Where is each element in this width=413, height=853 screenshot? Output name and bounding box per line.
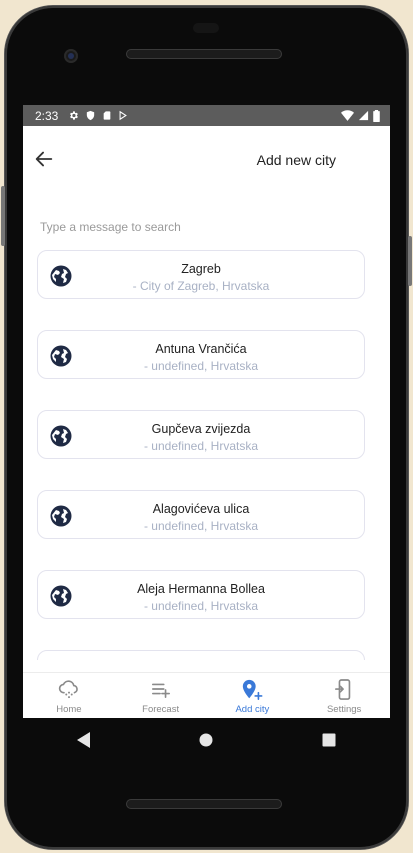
- earpiece-speaker: [126, 49, 282, 59]
- tab-home[interactable]: Home: [23, 673, 115, 718]
- battery-icon: [373, 109, 380, 122]
- city-result-card[interactable]: [37, 650, 365, 660]
- tab-label: Forecast: [142, 704, 180, 715]
- signal-icon: [358, 110, 369, 121]
- power-button: [408, 236, 412, 286]
- bottom-tab-bar: Home Forecast Add city Settings: [23, 672, 390, 718]
- arrow-left-icon[interactable]: [33, 148, 55, 170]
- nav-home-button[interactable]: [186, 720, 226, 760]
- city-results-list[interactable]: Zagreb - City of Zagreb, Hrvatska Antuna…: [37, 250, 367, 660]
- cloud-icon: [58, 680, 78, 699]
- nav-back-button[interactable]: [64, 720, 104, 760]
- proximity-sensor: [193, 23, 219, 33]
- play-store-icon: [119, 110, 128, 121]
- city-region: - undefined, Hrvatska: [143, 599, 259, 613]
- tab-label: Settings: [326, 704, 362, 715]
- app-screen: 2:33 Add new city Zagreb - City of Zagre…: [23, 105, 390, 718]
- nav-recents-button[interactable]: [309, 720, 349, 760]
- page-title: Add new city: [256, 152, 336, 168]
- city-name: Antuna Vrančića: [155, 342, 247, 356]
- city-name: Zagreb: [181, 262, 221, 276]
- tab-label: Add city: [235, 704, 270, 715]
- city-region: - undefined, Hrvatska: [143, 519, 259, 533]
- search-input[interactable]: [40, 216, 370, 238]
- triangle-back-icon: [77, 732, 91, 748]
- volume-button: [1, 186, 5, 246]
- city-region: - City of Zagreb, Hrvatska: [132, 279, 270, 293]
- front-camera-icon: [64, 49, 78, 63]
- city-result-card[interactable]: Antuna Vrančića - undefined, Hrvatska: [37, 330, 365, 379]
- status-bar: 2:33: [23, 105, 390, 126]
- city-name: Gupčeva zvijezda: [151, 422, 251, 436]
- app-bar: Add new city: [23, 126, 390, 193]
- tab-settings[interactable]: Settings: [298, 673, 390, 718]
- city-name: Aleja Hermanna Bollea: [137, 582, 265, 596]
- city-region: - undefined, Hrvatska: [143, 439, 259, 453]
- sd-card-icon: [104, 111, 111, 120]
- city-region: - undefined, Hrvatska: [143, 359, 259, 373]
- wifi-icon: [341, 110, 354, 121]
- city-name: Alagovićeva ulica: [152, 502, 250, 516]
- city-result-card[interactable]: Aleja Hermanna Bollea - undefined, Hrvat…: [37, 570, 365, 619]
- tab-label: Home: [56, 704, 82, 715]
- tab-add-city[interactable]: Add city: [207, 673, 299, 718]
- square-recents-icon: [322, 733, 336, 747]
- tab-forecast[interactable]: Forecast: [115, 673, 207, 718]
- circle-home-icon: [199, 733, 213, 747]
- city-result-card[interactable]: Alagovićeva ulica - undefined, Hrvatska: [37, 490, 365, 539]
- bottom-speaker: [126, 799, 282, 809]
- status-time: 2:33: [35, 108, 59, 123]
- playlist-add-icon: [151, 683, 170, 698]
- add-location-icon: [243, 679, 263, 700]
- gear-icon: [70, 111, 79, 120]
- settings-phone-icon: [335, 679, 351, 700]
- system-navigation-bar: [23, 718, 390, 762]
- city-result-card[interactable]: Zagreb - City of Zagreb, Hrvatska: [37, 250, 365, 299]
- city-result-card[interactable]: Gupčeva zvijezda - undefined, Hrvatska: [37, 410, 365, 459]
- shield-icon: [87, 110, 95, 121]
